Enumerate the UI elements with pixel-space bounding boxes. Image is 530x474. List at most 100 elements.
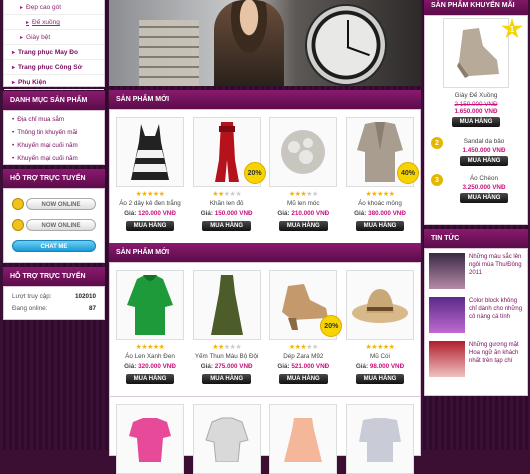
- product-card[interactable]: ★★★★★ Áo Len Xanh Đen Giá: 320.000 VNĐ MUA …: [115, 270, 185, 384]
- promo-buy-button[interactable]: MUA HÀNG: [451, 117, 501, 127]
- price-label: Giá:: [124, 363, 137, 370]
- skype-chat-label: CHAT ME: [12, 239, 96, 252]
- promo-main-product[interactable]: 1 Giày Đế Xuồng 2.150.000 VNĐ 1.650.000 …: [425, 16, 527, 127]
- yahoo-status-2[interactable]: NOW ONLINE: [12, 215, 96, 234]
- news-thumbnail[interactable]: [429, 253, 465, 289]
- product-image[interactable]: 20%: [192, 117, 266, 187]
- product-card[interactable]: [192, 404, 262, 474]
- stats-header: HỖ TRỢ TRỰC TUYẾN: [3, 267, 105, 286]
- rating-stars: ★★★★★: [212, 344, 242, 351]
- category-link[interactable]: Khuyến mại cuối năm: [4, 139, 104, 152]
- product-image[interactable]: [192, 270, 261, 340]
- rank-badge: 3: [431, 174, 443, 186]
- categories-header: DANH MỤC SẢN PHẨM: [3, 91, 105, 110]
- news-thumbnail[interactable]: [429, 297, 465, 333]
- product-card[interactable]: ★★★★★ Mũ Cói Giá: 98.000 VNĐ MUA HÀNG: [345, 270, 415, 384]
- promo-old-price: 2.150.000 VNĐ: [454, 101, 498, 108]
- product-name[interactable]: Áo Len Xanh Đen: [115, 352, 185, 362]
- product-price: Giá: 275.000 VNĐ: [192, 362, 262, 372]
- menu-item[interactable]: Giày bệt: [4, 30, 104, 45]
- product-image[interactable]: [192, 404, 261, 474]
- product-card[interactable]: ★★★★★ Mũ len móc Giá: 210.000 VNĐ MUA HÀNG: [268, 117, 338, 231]
- menu-item[interactable]: Trang phục Công Sở: [4, 60, 104, 75]
- product-image[interactable]: [269, 117, 338, 187]
- product-image[interactable]: [345, 404, 414, 474]
- product-name[interactable]: Mũ Cói: [345, 352, 415, 362]
- buy-button[interactable]: MUA HÀNG: [202, 221, 252, 231]
- stat-value: 87: [88, 305, 96, 312]
- product-image[interactable]: [345, 270, 414, 340]
- menu-item[interactable]: Đẹp cao gót: [4, 0, 104, 15]
- product-price: Giá: 521.000 VNĐ: [268, 362, 338, 372]
- category-menu: Đẹp cao gótĐế xuồngGiày bệtTrang phục Ma…: [3, 0, 105, 105]
- hero-banner[interactable]: [109, 0, 421, 86]
- product-name[interactable]: Yếm Thun Màu Bộ Đội: [192, 352, 262, 362]
- price-value: 150.000 VNĐ: [214, 210, 253, 217]
- product-card[interactable]: 20% ★★★★★ Dép Zara M92 Giá: 521.000 VNĐ MUA …: [268, 270, 343, 384]
- price-value: 320.000 VNĐ: [138, 363, 176, 370]
- stat-label: Đang online:: [12, 305, 48, 312]
- product-card[interactable]: [345, 404, 415, 474]
- product-image[interactable]: [116, 404, 184, 474]
- product-price: Giá: 98.000 VNĐ: [345, 362, 415, 372]
- news-item[interactable]: Color block không chỉ dành cho những cô …: [425, 293, 527, 337]
- product-price: Giá: 380.000 VNĐ: [345, 209, 415, 219]
- promo-item-price: 3.250.000 VNĐ: [462, 184, 506, 191]
- product-image[interactable]: [269, 404, 338, 474]
- yahoo-smiley-icon: [12, 218, 24, 231]
- category-link[interactable]: Địa chỉ mua sắm: [4, 113, 104, 126]
- product-name[interactable]: Áo khoác mỏng: [345, 199, 415, 209]
- product-name[interactable]: Áo 2 dây kẻ đen trắng: [115, 199, 185, 209]
- rating-stars: ★★★★★: [212, 191, 242, 198]
- banner-clock-image: [305, 4, 387, 86]
- category-link[interactable]: Thông tin khuyến mãi: [4, 126, 104, 139]
- price-label: Giá:: [355, 363, 369, 370]
- product-name[interactable]: Dép Zara M92: [268, 352, 338, 362]
- rank-badge: 2: [431, 137, 443, 149]
- product-image[interactable]: 20%: [269, 270, 343, 340]
- promo-item-2[interactable]: 2 Sandal da bảo 1.450.000 VNĐ MUA HÀNG: [425, 133, 527, 170]
- buy-button[interactable]: MUA HÀNG: [278, 221, 328, 231]
- yahoo-status-1[interactable]: NOW ONLINE: [12, 194, 96, 213]
- product-card[interactable]: ★★★★★ Áo 2 dây kẻ đen trắng Giá: 120.000 V…: [115, 117, 185, 231]
- menu-item[interactable]: Đế xuồng: [4, 15, 104, 30]
- product-image[interactable]: 40%: [345, 117, 419, 187]
- promo-item-3[interactable]: 3 Áo Chéon 3.250.000 VNĐ MUA HÀNG: [425, 170, 527, 207]
- menu-item[interactable]: Trang phục May Đo: [4, 45, 104, 60]
- rating-stars: ★★★★★: [135, 191, 165, 198]
- product-card[interactable]: [115, 404, 185, 474]
- news-thumbnail[interactable]: [429, 341, 465, 377]
- price-value: 380.000 VNĐ: [368, 210, 406, 217]
- news-item[interactable]: Những gương mặt Hoa ngữ ăn khách nhất tr…: [425, 337, 527, 381]
- product-card[interactable]: [268, 404, 338, 474]
- price-label: Giá:: [354, 210, 367, 217]
- menu-item[interactable]: Phụ Kiện: [4, 75, 104, 90]
- product-card[interactable]: 40% ★★★★★ Áo khoác mỏng Giá: 380.000 VNĐ MUA…: [345, 117, 419, 231]
- buy-button[interactable]: MUA HÀNG: [202, 374, 252, 384]
- category-link[interactable]: Khuyến mại cuối năm: [4, 152, 104, 165]
- news-item[interactable]: Những màu sắc lên ngôi mùa Thu/Đông 2011: [425, 249, 527, 293]
- rating-stars: ★★★★★: [288, 191, 318, 198]
- skype-chat-button[interactable]: CHAT ME: [12, 236, 96, 255]
- product-image[interactable]: [116, 270, 184, 340]
- buy-button[interactable]: MUA HÀNG: [278, 374, 328, 384]
- news-title[interactable]: Những gương mặt Hoa ngữ ăn khách nhất tr…: [469, 341, 523, 377]
- buy-button[interactable]: MUA HÀNG: [355, 221, 405, 231]
- buy-button[interactable]: MUA HÀNG: [125, 374, 175, 384]
- product-name[interactable]: Mũ len móc: [268, 199, 338, 209]
- rating-stars: ★★★★★: [365, 191, 395, 198]
- product-image[interactable]: [116, 117, 184, 187]
- visit-counter: Lượt truy cập: 102010: [4, 291, 104, 303]
- promo-buy-button[interactable]: MUA HÀNG: [459, 193, 509, 203]
- banner-building-image: [139, 20, 199, 86]
- product-name[interactable]: Khăn len đỏ: [192, 199, 262, 209]
- promo-buy-button[interactable]: MUA HÀNG: [459, 156, 509, 166]
- product-card[interactable]: 20% ★★★★★ Khăn len đỏ Giá: 150.000 VNĐ MUA H…: [192, 117, 266, 231]
- news-title[interactable]: Những màu sắc lên ngôi mùa Thu/Đông 2011: [469, 253, 523, 289]
- promo-product-image[interactable]: [443, 18, 509, 88]
- product-card[interactable]: ★★★★★ Yếm Thun Màu Bộ Đội Giá: 275.000 VNĐ…: [192, 270, 262, 384]
- news-title[interactable]: Color block không chỉ dành cho những cô …: [469, 297, 523, 333]
- discount-badge: 20%: [243, 162, 266, 184]
- buy-button[interactable]: MUA HÀNG: [125, 221, 175, 231]
- buy-button[interactable]: MUA HÀNG: [355, 374, 405, 384]
